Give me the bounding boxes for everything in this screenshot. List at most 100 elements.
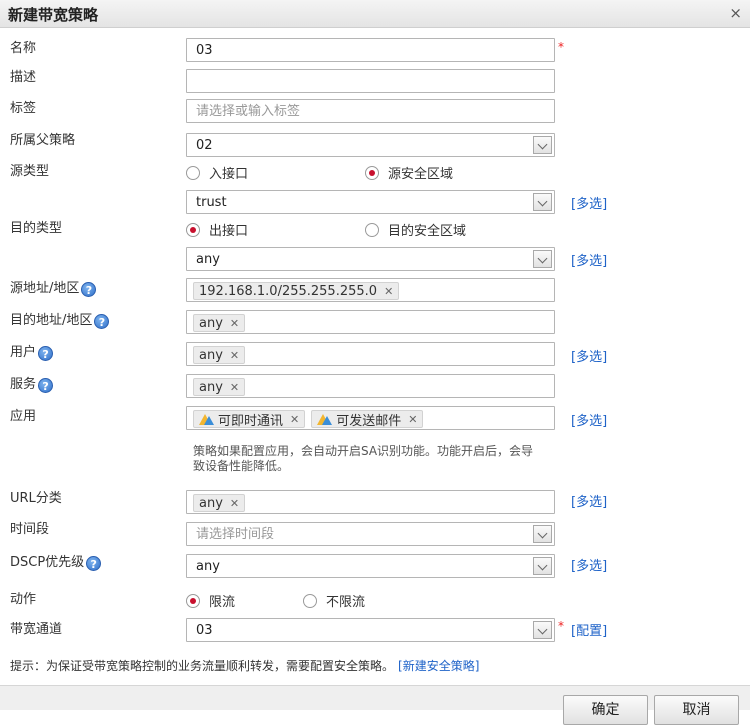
parent-select[interactable]: 02: [186, 133, 555, 157]
service-label: 服务?: [10, 377, 54, 393]
dialog-title: 新建带宽策略: [8, 6, 99, 24]
chevron-down-icon[interactable]: [533, 557, 552, 575]
app-multi-select-link[interactable]: [多选]: [571, 410, 607, 429]
radio-icon[interactable]: [186, 165, 200, 180]
src-zone-multi-select-link[interactable]: [多选]: [571, 193, 607, 212]
user-tag: any ✕: [193, 346, 246, 364]
app-tag-im: 可即时通讯 ✕: [193, 410, 306, 429]
remove-tag-icon[interactable]: ✕: [230, 349, 239, 362]
dst-addr-input[interactable]: any ✕: [186, 310, 555, 334]
action-label: 动作: [10, 592, 37, 607]
app-input[interactable]: 可即时通讯 ✕ 可发送邮件 ✕: [186, 406, 555, 430]
action-option-nolimit: 不限流: [326, 595, 366, 610]
remove-tag-icon[interactable]: ✕: [290, 413, 299, 426]
dst-interface-value: any: [196, 252, 220, 267]
action-radio-nolimit[interactable]: 不限流: [303, 591, 365, 610]
action-option-limit: 限流: [209, 595, 236, 610]
app-category-icon: [199, 412, 215, 426]
dst-addr-tag: any ✕: [193, 314, 246, 332]
tag-input[interactable]: 请选择或输入标签: [186, 99, 555, 123]
time-placeholder: 请选择时间段: [196, 527, 275, 542]
src-addr-input[interactable]: 192.168.1.0/255.255.255.0 ✕: [186, 278, 555, 302]
src-type-radio-interface[interactable]: 入接口: [186, 163, 248, 182]
channel-config-link[interactable]: [配置]: [571, 620, 607, 639]
radio-checked-icon[interactable]: [186, 593, 200, 608]
desc-label: 描述: [10, 70, 37, 85]
new-security-policy-link[interactable]: [新建安全策略]: [398, 659, 479, 673]
dst-type-label: 目的类型: [10, 221, 63, 236]
src-type-label: 源类型: [10, 164, 50, 179]
radio-checked-icon[interactable]: [186, 222, 200, 237]
app-category-icon: [317, 412, 333, 426]
service-tag: any ✕: [193, 378, 246, 396]
dscp-value: any: [196, 559, 220, 574]
remove-tag-icon[interactable]: ✕: [384, 285, 393, 298]
name-input[interactable]: 03: [186, 38, 555, 62]
help-icon[interactable]: ?: [81, 282, 97, 297]
time-select[interactable]: 请选择时间段: [186, 522, 555, 546]
help-icon[interactable]: ?: [38, 346, 54, 361]
cancel-button[interactable]: 取消: [654, 695, 739, 725]
tag-placeholder: 请选择或输入标签: [196, 104, 301, 119]
dst-interface-select[interactable]: any: [186, 247, 555, 271]
user-input[interactable]: any ✕: [186, 342, 555, 366]
src-addr-tag: 192.168.1.0/255.255.255.0 ✕: [193, 282, 400, 300]
channel-label: 带宽通道: [10, 622, 63, 637]
chevron-down-icon[interactable]: [533, 136, 552, 154]
dst-type-radio-zone[interactable]: 目的安全区域: [365, 220, 466, 239]
src-zone-select[interactable]: trust: [186, 190, 555, 214]
dscp-label: DSCP优先级?: [10, 555, 102, 571]
remove-tag-icon[interactable]: ✕: [230, 497, 239, 510]
tag-label: 标签: [10, 101, 37, 116]
parent-value: 02: [196, 138, 213, 153]
chevron-down-icon[interactable]: [533, 250, 552, 268]
channel-select[interactable]: 03: [186, 618, 555, 642]
action-radio-limit[interactable]: 限流: [186, 591, 235, 610]
radio-checked-icon[interactable]: [365, 165, 379, 180]
channel-required-mark: *: [558, 619, 564, 633]
remove-tag-icon[interactable]: ✕: [230, 381, 239, 394]
remove-tag-icon[interactable]: ✕: [408, 413, 417, 426]
dst-interface-multi-select-link[interactable]: [多选]: [571, 250, 607, 269]
close-icon[interactable]: ×: [729, 5, 742, 21]
src-type-option-interface: 入接口: [209, 167, 249, 182]
desc-input[interactable]: [186, 69, 555, 93]
src-type-option-zone: 源安全区域: [388, 167, 454, 182]
app-note: 策略如果配置应用，会自动开启SA识别功能。功能开启后，会导致设备性能降低。: [193, 444, 534, 473]
chevron-down-icon[interactable]: [533, 193, 552, 211]
url-tag: any ✕: [193, 494, 246, 512]
url-multi-select-link[interactable]: [多选]: [571, 491, 607, 510]
user-multi-select-link[interactable]: [多选]: [571, 346, 607, 365]
app-tag-mail: 可发送邮件 ✕: [311, 410, 424, 429]
url-label: URL分类: [10, 491, 62, 506]
user-label: 用户?: [10, 345, 54, 361]
help-icon[interactable]: ?: [86, 556, 102, 571]
radio-icon[interactable]: [303, 593, 317, 608]
name-required-mark: *: [558, 40, 564, 54]
dst-type-option-zone: 目的安全区域: [388, 224, 467, 239]
remove-tag-icon[interactable]: ✕: [230, 317, 239, 330]
src-zone-value: trust: [196, 195, 227, 210]
ok-button[interactable]: 确定: [563, 695, 648, 725]
dscp-select[interactable]: any: [186, 554, 555, 578]
radio-icon[interactable]: [365, 222, 379, 237]
src-type-radio-zone[interactable]: 源安全区域: [365, 163, 453, 182]
chevron-down-icon[interactable]: [533, 525, 552, 543]
app-label: 应用: [10, 409, 37, 424]
dst-addr-label: 目的地址/地区?: [10, 313, 110, 329]
hint-text: 提示：为保证受带宽策略控制的业务流量顺利转发，需要配置安全策略。 [新建安全策略]: [10, 659, 480, 673]
parent-label: 所属父策略: [10, 133, 76, 148]
dst-type-radio-interface[interactable]: 出接口: [186, 220, 248, 239]
dst-type-option-interface: 出接口: [209, 224, 249, 239]
name-label: 名称: [10, 41, 37, 56]
dialog-titlebar: 新建带宽策略 ×: [0, 0, 750, 28]
service-input[interactable]: any ✕: [186, 374, 555, 398]
help-icon[interactable]: ?: [94, 314, 110, 329]
name-value: 03: [196, 43, 213, 58]
help-icon[interactable]: ?: [38, 378, 54, 393]
time-label: 时间段: [10, 522, 50, 537]
src-addr-label: 源地址/地区?: [10, 281, 97, 297]
url-input[interactable]: any ✕: [186, 490, 555, 514]
dscp-multi-select-link[interactable]: [多选]: [571, 555, 607, 574]
chevron-down-icon[interactable]: [533, 621, 552, 639]
